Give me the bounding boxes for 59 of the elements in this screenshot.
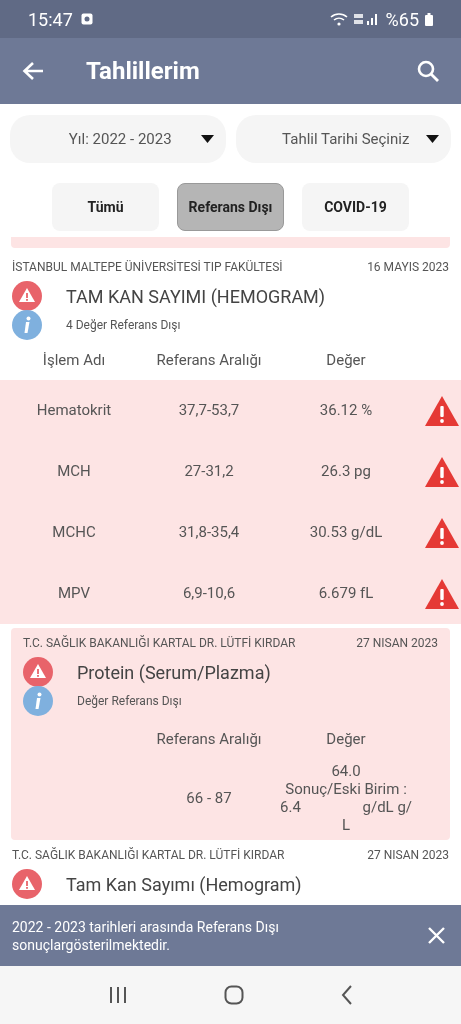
warning-icon — [12, 281, 42, 311]
table-cell-text: 30.53 g/dL — [308, 522, 384, 544]
value-text: g/dL g/ — [362, 798, 412, 816]
warning-icon — [12, 869, 42, 899]
clock-time: 15:47 — [28, 7, 73, 32]
value-text: 6.4 — [280, 798, 301, 816]
table-cell-text: 66 - 87 — [185, 787, 233, 809]
filter-tab[interactable]: Tümü — [52, 183, 159, 231]
table-cell-text: 6.679 fL — [317, 583, 375, 605]
table-cell-text: 37,7-53,7 — [177, 400, 241, 422]
back-icon[interactable] — [340, 985, 353, 1005]
hospital-name: İSTANBUL MALTEPE ÜNİVERSİTESİ TIP FAKÜLTESİ — [12, 259, 283, 276]
table-cell-text: MCH — [56, 461, 92, 483]
table-cell-text: MCHC — [51, 522, 97, 544]
search-icon[interactable] — [417, 60, 439, 82]
info-icon — [23, 686, 53, 716]
value-text: L — [341, 816, 351, 834]
value-text: 64.0 — [331, 762, 361, 780]
test-title: Protein (Serum/Plazma) — [77, 660, 271, 685]
hospital-name: T.C. SAĞLIK BAKANLIĞI KARTAL DR. LÜTFİ KIRDAR — [12, 846, 285, 864]
table-cell-text: Hematokrit — [35, 400, 113, 422]
column-header: Değer — [325, 729, 367, 750]
column-header: Değer — [325, 349, 367, 371]
battery-percent: %65 — [385, 7, 419, 32]
signal-icon — [353, 12, 380, 26]
snackbar-message: 2022 - 2023 tarihleri arasında Referans Dışı sonuçlargösterilmektedir. — [12, 917, 280, 954]
wifi-icon — [329, 12, 348, 26]
result-date: 27 NISAN 2023 — [356, 635, 438, 652]
caret-icon — [200, 135, 214, 143]
table-cell-text: 31,8-35,4 — [177, 522, 241, 544]
test-title: Tam Kan Sayımı (Hemogram) — [66, 872, 302, 897]
caret-icon — [426, 135, 439, 143]
table-cell-text: 6,9-10,6 — [181, 583, 237, 605]
recent-apps-icon[interactable] — [108, 986, 127, 1004]
info-text: 4 Değer Referans Dışı — [66, 317, 181, 334]
test-title: TAM KAN SAYIMI (HEMOGRAM) — [66, 284, 326, 309]
result-date: 16 MAYIS 2023 — [367, 259, 449, 276]
close-icon[interactable] — [428, 927, 445, 944]
info-icon — [12, 310, 42, 340]
screen-title: Tahlillerim — [86, 56, 200, 87]
table-cell-text: 36.12 % — [318, 400, 374, 422]
filter-tab[interactable]: COVID-19 — [302, 183, 409, 231]
warning-icon — [23, 657, 53, 687]
table-cell-text: 26.3 pg — [320, 461, 372, 483]
column-header: Referans Aralığı — [155, 729, 263, 750]
value-text: Sonuç/Eski Birim : — [285, 780, 407, 798]
table-cell-text: 27-31,2 — [183, 461, 235, 483]
home-icon[interactable] — [223, 985, 244, 1005]
column-header: İşlem Adı — [41, 349, 107, 371]
dropdown[interactable]: Yıl: 2022 - 2023 — [10, 115, 226, 163]
result-date: 27 NISAN 2023 — [367, 847, 449, 864]
hospital-name: T.C. SAĞLIK BAKANLIĞI KARTAL DR. LÜTFİ KIRDAR — [23, 634, 296, 652]
info-text: Değer Referans Dışı — [77, 693, 182, 710]
table-cell-text: MPV — [56, 583, 92, 605]
column-header: Referans Aralığı — [155, 349, 263, 371]
filter-tab[interactable]: Referans Dışı — [177, 183, 284, 231]
dropdown[interactable]: Tahlil Tarihi Seçiniz — [235, 115, 451, 163]
notification-icon — [80, 13, 93, 25]
battery-icon — [425, 12, 433, 26]
